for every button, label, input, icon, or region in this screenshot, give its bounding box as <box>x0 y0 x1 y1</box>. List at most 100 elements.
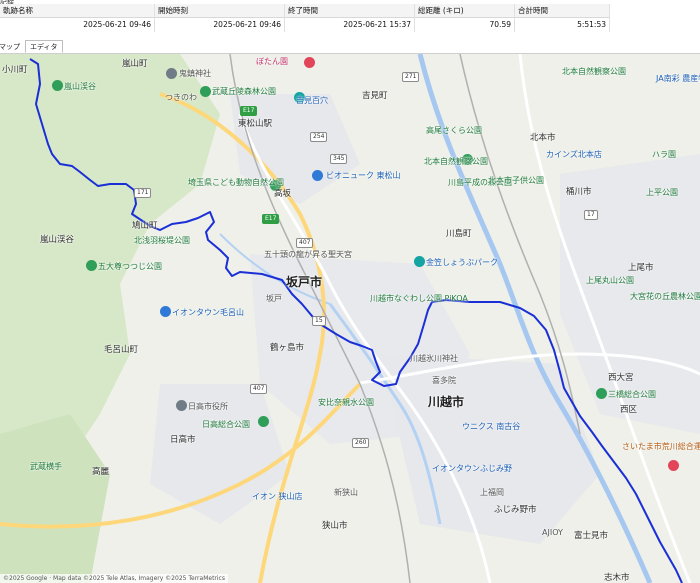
label-moroyama: 毛呂山町 <box>104 345 139 355</box>
label-kitamoto-hall[interactable]: 北本市子供公園 <box>488 176 544 185</box>
map-view[interactable]: 小川町 嵐山町 鬼鎮神社 つきのわ 武蔵丘陵森林公園 嵐山渓谷 東松山駅 吉見百… <box>0 54 700 583</box>
route-shield: 271 <box>402 72 420 82</box>
expressway-shield: E17 <box>262 214 280 224</box>
label-fujimino: ふじみ野市 <box>494 505 537 515</box>
duration-cell[interactable]: 5:51:53 <box>515 18 610 32</box>
label-aeon-fujimi[interactable]: イオンタウンふじみ野 <box>432 464 512 473</box>
label-kinsho[interactable]: 金笠しょうぶパーク <box>426 258 498 267</box>
label-ja-store[interactable]: JA南彩 農産物直売所 グリーンセンター <box>656 74 700 83</box>
label-ogawa: 小川町 <box>2 65 28 75</box>
label-kitamoto-park[interactable]: 北本自然観察公園 <box>562 67 626 76</box>
label-musashi-hills[interactable]: 武蔵横手 <box>30 462 62 471</box>
label-tsurugashima-koen[interactable]: 川越市なぐわし公園 PiKOA <box>370 294 468 303</box>
label-harap[interactable]: ハラ園 <box>652 150 676 159</box>
map-copyright: ©2025 Google · Map data ©2025 Tele Atlas… <box>0 574 228 583</box>
park-icon[interactable] <box>86 260 97 271</box>
route-shield: 407 <box>250 384 268 394</box>
label-nishi-omiya: 西大宮 <box>608 373 634 383</box>
route-shield: 254 <box>310 132 328 142</box>
label-chichibu: 嵐山渓谷 <box>40 235 75 245</box>
label-yoshimi-town: 吉見町 <box>362 91 388 101</box>
track-name-cell[interactable]: 2025-06-21 09-46 <box>0 18 155 32</box>
label-sakado: 坂戸市 <box>286 275 323 289</box>
route-shield: 17 <box>584 210 598 220</box>
shopping-icon[interactable] <box>160 306 171 317</box>
start-time-cell[interactable]: 2025-06-21 09:46 <box>155 18 285 32</box>
label-kitain[interactable]: 喜多院 <box>432 376 456 385</box>
route-shield: 345 <box>330 154 348 164</box>
shrine-icon[interactable] <box>166 68 177 79</box>
label-okegawa: 桶川市 <box>566 187 592 197</box>
table-row[interactable]: 2025-06-21 09-46 2025-06-21 09:46 2025-0… <box>0 18 610 32</box>
track-summary-table: 記録 軌跡名称 開始時刻 終了時間 総距離 (キロ) 合計時間 2025-06-… <box>0 0 700 38</box>
park-icon[interactable] <box>200 86 211 97</box>
label-saitama-stadium[interactable]: さいたま市荒川総合運動公園 <box>622 442 700 451</box>
label-kitoku-shrine[interactable]: 鬼鎮神社 <box>179 69 211 78</box>
distance-cell[interactable]: 70.59 <box>415 18 515 32</box>
map-base <box>0 54 700 583</box>
label-goshiki[interactable]: 五十頭の龍が昇る聖天宮 <box>264 250 352 259</box>
summary-header-row: 軌跡名称 開始時刻 終了時間 総距離 (キロ) 合計時間 <box>0 4 610 18</box>
header-track-name[interactable]: 軌跡名称 <box>0 4 155 18</box>
label-hidaka-park[interactable]: 日高総合公園 <box>202 420 250 429</box>
label-hatoyama-park[interactable]: 嵐山渓谷 <box>64 82 96 91</box>
label-kawagoe-shrine[interactable]: 川越氷川神社 <box>410 354 458 363</box>
label-botanen[interactable]: ぼたん園 <box>256 57 288 66</box>
label-yoshimi-hyakuana[interactable]: 吉見百穴 <box>296 96 328 105</box>
label-goedo[interactable]: 五大尊つつじ公園 <box>98 262 162 271</box>
header-end-time[interactable]: 終了時間 <box>285 4 415 18</box>
label-hatoyama-town: 鳩山町 <box>132 221 158 231</box>
park-icon[interactable] <box>596 388 607 399</box>
label-unikusu[interactable]: ウニクス 南古谷 <box>462 422 520 431</box>
urban-area-3 <box>380 354 600 544</box>
route-shield: 260 <box>352 438 370 448</box>
label-takasaka: 高坂 <box>274 189 292 199</box>
label-ageo: 上尾市 <box>628 263 654 273</box>
label-chichibu-hills[interactable]: 武蔵丘陵森林公園 <box>212 87 276 96</box>
header-total-time[interactable]: 合計時間 <box>515 4 610 18</box>
label-fujimi: 富士見市 <box>574 531 609 541</box>
park-icon[interactable] <box>52 80 63 91</box>
park-icon[interactable] <box>258 416 269 427</box>
label-higashimatsuyama-station: 東松山駅 <box>238 119 273 129</box>
label-aki-ue[interactable]: 上平公園 <box>646 188 678 197</box>
header-total-distance[interactable]: 総距離 (キロ) <box>415 4 515 18</box>
label-mitsuhashi[interactable]: 三橋総合公園 <box>608 390 656 399</box>
label-kainzu[interactable]: カインズ北本店 <box>546 150 602 159</box>
label-saitama-zoo[interactable]: 埼玉県こども動物自然公園 <box>188 178 284 187</box>
label-shin-sayama: 新狭山 <box>334 488 358 497</box>
shopping-icon[interactable] <box>312 170 323 181</box>
label-tsukinowa: つきのわ <box>165 93 197 102</box>
label-aeon-moroyama[interactable]: イオンタウン毛呂山 <box>172 308 244 317</box>
label-kitamoto-nature-park[interactable]: 北本自然観察公園 <box>424 157 488 166</box>
place-marker-icon[interactable] <box>304 57 315 68</box>
label-hidaka: 日高市 <box>170 435 196 445</box>
government-icon[interactable] <box>176 400 187 411</box>
label-sayama: 狭山市 <box>322 521 348 531</box>
label-kitasaka-park[interactable]: 北浅羽桜堤公園 <box>134 236 190 245</box>
label-kawajima-town: 川島町 <box>446 229 472 239</box>
route-shield: 171 <box>134 188 152 198</box>
label-omiya-park[interactable]: 大宮花の丘農林公園 <box>630 292 700 301</box>
label-vio[interactable]: ビオニューク 東松山 <box>326 171 401 180</box>
view-tab-bar: マップ エディタ <box>0 40 700 54</box>
label-anzaji[interactable]: 安比奈親水公園 <box>318 398 374 407</box>
label-ajoy[interactable]: AJIOY <box>542 528 563 537</box>
label-sakado-station: 坂戸 <box>266 294 282 303</box>
label-tsurugashima: 鶴ヶ島市 <box>270 343 305 353</box>
label-kawagoe: 川越市 <box>428 395 465 409</box>
tab-map[interactable]: マップ <box>0 40 25 53</box>
label-kamioketsu[interactable]: 上尾丸山公園 <box>586 276 634 285</box>
end-time-cell[interactable]: 2025-06-21 15:37 <box>285 18 415 32</box>
route-shield: 15 <box>312 316 326 326</box>
label-hidaka-city-office[interactable]: 日高市役所 <box>188 402 228 411</box>
park-icon[interactable] <box>414 256 425 267</box>
label-kitamoto-lib[interactable]: 高尾さくら公園 <box>426 126 482 135</box>
header-start-time[interactable]: 開始時刻 <box>155 4 285 18</box>
label-arashiyama-town: 嵐山町 <box>122 59 148 69</box>
label-aeon-sayama[interactable]: イオン 狭山店 <box>252 492 303 501</box>
place-marker-icon[interactable] <box>668 460 679 471</box>
forest-area-2 <box>0 414 110 583</box>
tab-editor[interactable]: エディタ <box>25 40 63 53</box>
label-kitamoto-city: 北本市 <box>530 133 556 143</box>
